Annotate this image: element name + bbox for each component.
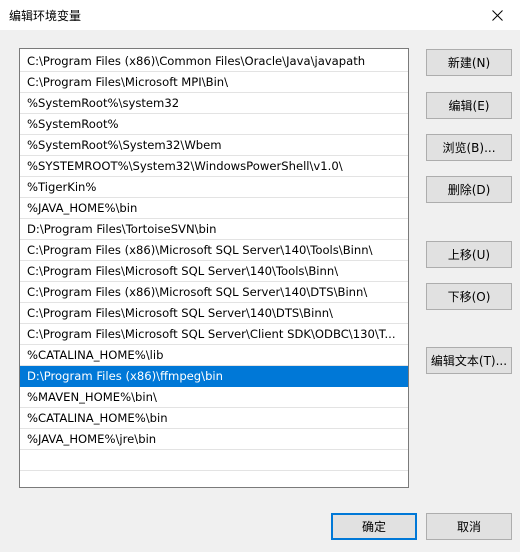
list-item[interactable]: %SystemRoot%\system32: [20, 93, 408, 114]
list-item[interactable]: %CATALINA_HOME%\bin: [20, 408, 408, 429]
list-item[interactable]: %CATALINA_HOME%\lib: [20, 345, 408, 366]
list-item[interactable]: C:\Program Files\Microsoft SQL Server\Cl…: [20, 324, 408, 345]
path-list[interactable]: C:\Program Files (x86)\Common Files\Orac…: [19, 48, 409, 488]
list-item[interactable]: %TigerKin%: [20, 177, 408, 198]
cancel-button[interactable]: 取消: [426, 513, 512, 540]
list-item[interactable]: %JAVA_HOME%\bin: [20, 198, 408, 219]
list-item[interactable]: C:\Program Files\Microsoft MPI\Bin\: [20, 72, 408, 93]
close-button[interactable]: [474, 0, 520, 30]
list-item[interactable]: %SYSTEMROOT%\System32\WindowsPowerShell\…: [20, 156, 408, 177]
browse-button[interactable]: 浏览(B)...: [426, 134, 512, 161]
move-up-button[interactable]: 上移(U): [426, 241, 512, 268]
list-item[interactable]: C:\Program Files (x86)\Microsoft SQL Ser…: [20, 240, 408, 261]
list-item[interactable]: C:\Program Files\Microsoft SQL Server\14…: [20, 261, 408, 282]
close-icon: [491, 9, 503, 21]
list-empty-row[interactable]: [20, 450, 408, 471]
list-item[interactable]: %SystemRoot%: [20, 114, 408, 135]
ok-button[interactable]: 确定: [331, 513, 417, 540]
list-item[interactable]: %SystemRoot%\System32\Wbem: [20, 135, 408, 156]
list-item[interactable]: %MAVEN_HOME%\bin\: [20, 387, 408, 408]
list-item[interactable]: C:\Program Files (x86)\Microsoft SQL Ser…: [20, 282, 408, 303]
delete-button[interactable]: 删除(D): [426, 176, 512, 203]
title-bar: 编辑环境变量: [0, 0, 520, 30]
list-item[interactable]: %JAVA_HOME%\jre\bin: [20, 429, 408, 450]
list-item-selected[interactable]: D:\Program Files (x86)\ffmpeg\bin: [20, 366, 408, 387]
move-down-button[interactable]: 下移(O): [426, 283, 512, 310]
list-item[interactable]: D:\Program Files\TortoiseSVN\bin: [20, 219, 408, 240]
edit-button[interactable]: 编辑(E): [426, 92, 512, 119]
edit-text-button[interactable]: 编辑文本(T)...: [426, 347, 512, 374]
window-title: 编辑环境变量: [9, 9, 82, 23]
list-item[interactable]: C:\Program Files\Microsoft SQL Server\14…: [20, 303, 408, 324]
list-item[interactable]: C:\Program Files (x86)\Common Files\Orac…: [20, 51, 408, 72]
new-button[interactable]: 新建(N): [426, 49, 512, 76]
